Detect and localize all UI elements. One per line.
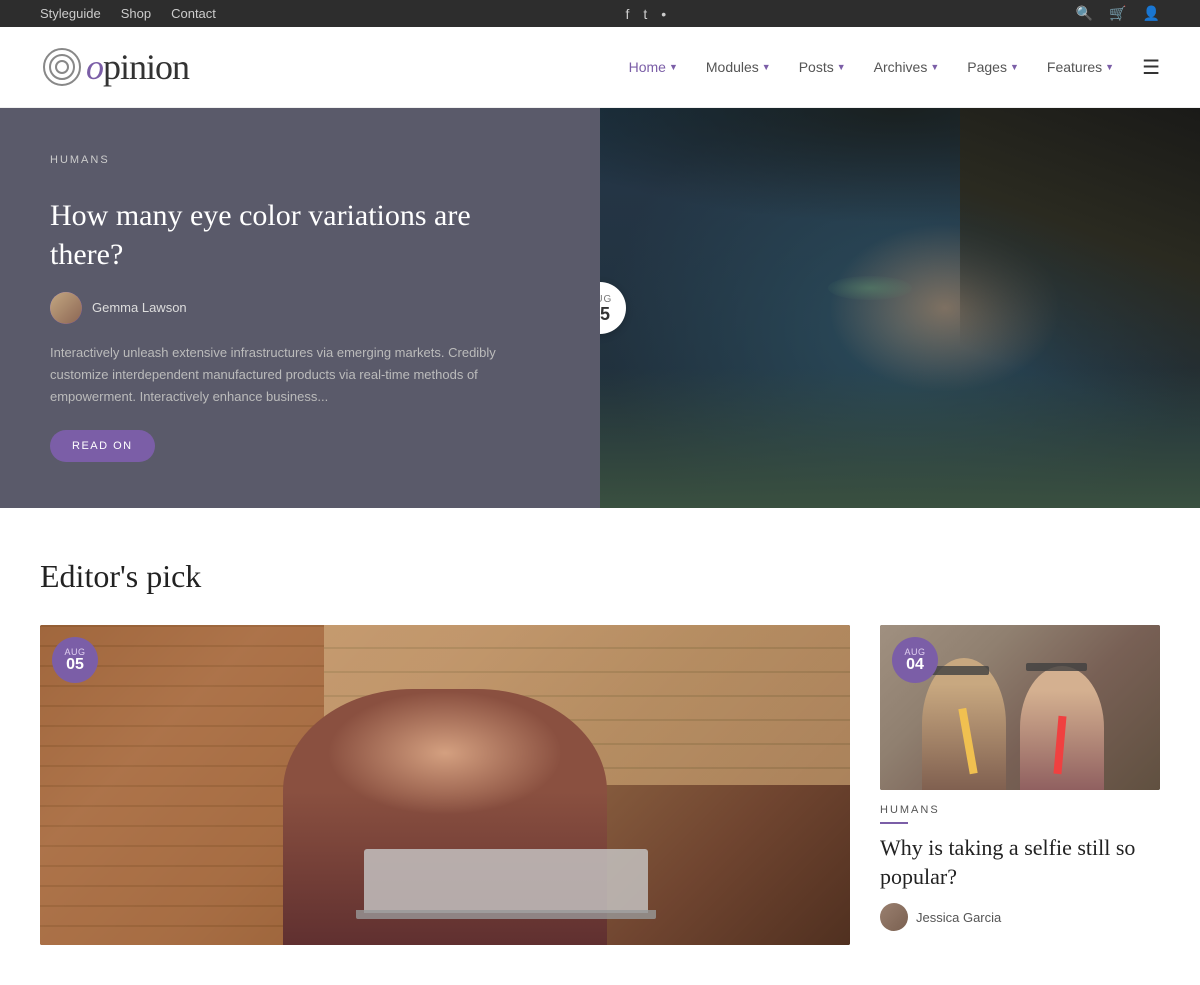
cart-icon[interactable]: 🛒 (1109, 5, 1126, 22)
instagram-icon[interactable]: • (661, 6, 666, 22)
hero-title: How many eye color variations are there? (50, 196, 550, 274)
home-dropdown-arrow: ▼ (669, 62, 678, 72)
editors-sidebar-article[interactable]: AUG 04 HUMANS Why is taking a selfie sti… (880, 625, 1160, 931)
editors-main-article[interactable]: AUG 05 (40, 625, 850, 945)
nav-archives[interactable]: Archives ▼ (874, 59, 940, 75)
hero-category: HUMANS (50, 154, 550, 166)
posts-dropdown-arrow: ▼ (837, 62, 846, 72)
social-links: f t • (625, 6, 666, 22)
read-on-button[interactable]: READ ON (50, 430, 155, 462)
main-article-date-badge: AUG 05 (52, 637, 98, 683)
top-bar: Styleguide Shop Contact f t • 🔍 🛒 👤 (0, 0, 1200, 27)
hero-author-avatar (50, 292, 82, 324)
editors-pick-title: Editor's pick (40, 558, 1160, 595)
hero-author-name: Gemma Lawson (92, 300, 187, 315)
hero-photo (600, 108, 1200, 508)
nav-posts[interactable]: Posts ▼ (799, 59, 846, 75)
site-logo[interactable]: opinion (40, 45, 189, 89)
sidebar-category: HUMANS (880, 804, 1160, 816)
nav-styleguide[interactable]: Styleguide (40, 6, 101, 21)
nav-pages[interactable]: Pages ▼ (967, 59, 1019, 75)
hero-image: AUG 05 (600, 108, 1200, 508)
twitter-icon[interactable]: t (643, 6, 647, 22)
hamburger-menu[interactable]: ☰ (1142, 55, 1160, 80)
editors-grid: AUG 05 (40, 625, 1160, 945)
modules-dropdown-arrow: ▼ (762, 62, 771, 72)
hero-author: Gemma Lawson (50, 292, 550, 324)
editors-pick-section: Editor's pick (0, 508, 1200, 985)
hero-content: HUMANS How many eye color variations are… (0, 108, 600, 508)
sidebar-article-date-badge: AUG 04 (892, 637, 938, 683)
main-navigation: Home ▼ Modules ▼ Posts ▼ Archives ▼ Page… (629, 55, 1160, 80)
sidebar-author: Jessica Garcia (880, 903, 1160, 931)
top-bar-nav: Styleguide Shop Contact (40, 6, 216, 21)
nav-features[interactable]: Features ▼ (1047, 59, 1114, 75)
logo-text: opinion (86, 46, 189, 88)
utility-icons: 🔍 🛒 👤 (1076, 5, 1160, 22)
hero-section: HUMANS How many eye color variations are… (0, 108, 1200, 508)
nav-modules[interactable]: Modules ▼ (706, 59, 771, 75)
sidebar-author-avatar (880, 903, 908, 931)
site-header: opinion Home ▼ Modules ▼ Posts ▼ Archive… (0, 27, 1200, 108)
nav-home[interactable]: Home ▼ (629, 59, 678, 75)
archives-dropdown-arrow: ▼ (930, 62, 939, 72)
hero-excerpt: Interactively unleash extensive infrastr… (50, 342, 550, 408)
search-icon[interactable]: 🔍 (1076, 5, 1093, 22)
nav-contact[interactable]: Contact (171, 6, 216, 21)
sidebar-article-title: Why is taking a selfie still so popular? (880, 834, 1160, 891)
facebook-icon[interactable]: f (625, 6, 629, 22)
pages-dropdown-arrow: ▼ (1010, 62, 1019, 72)
nav-shop[interactable]: Shop (121, 6, 151, 21)
sidebar-divider (880, 822, 908, 824)
editors-main-image (40, 625, 850, 945)
features-dropdown-arrow: ▼ (1105, 62, 1114, 72)
user-icon[interactable]: 👤 (1143, 5, 1160, 22)
sidebar-author-name: Jessica Garcia (916, 910, 1001, 925)
